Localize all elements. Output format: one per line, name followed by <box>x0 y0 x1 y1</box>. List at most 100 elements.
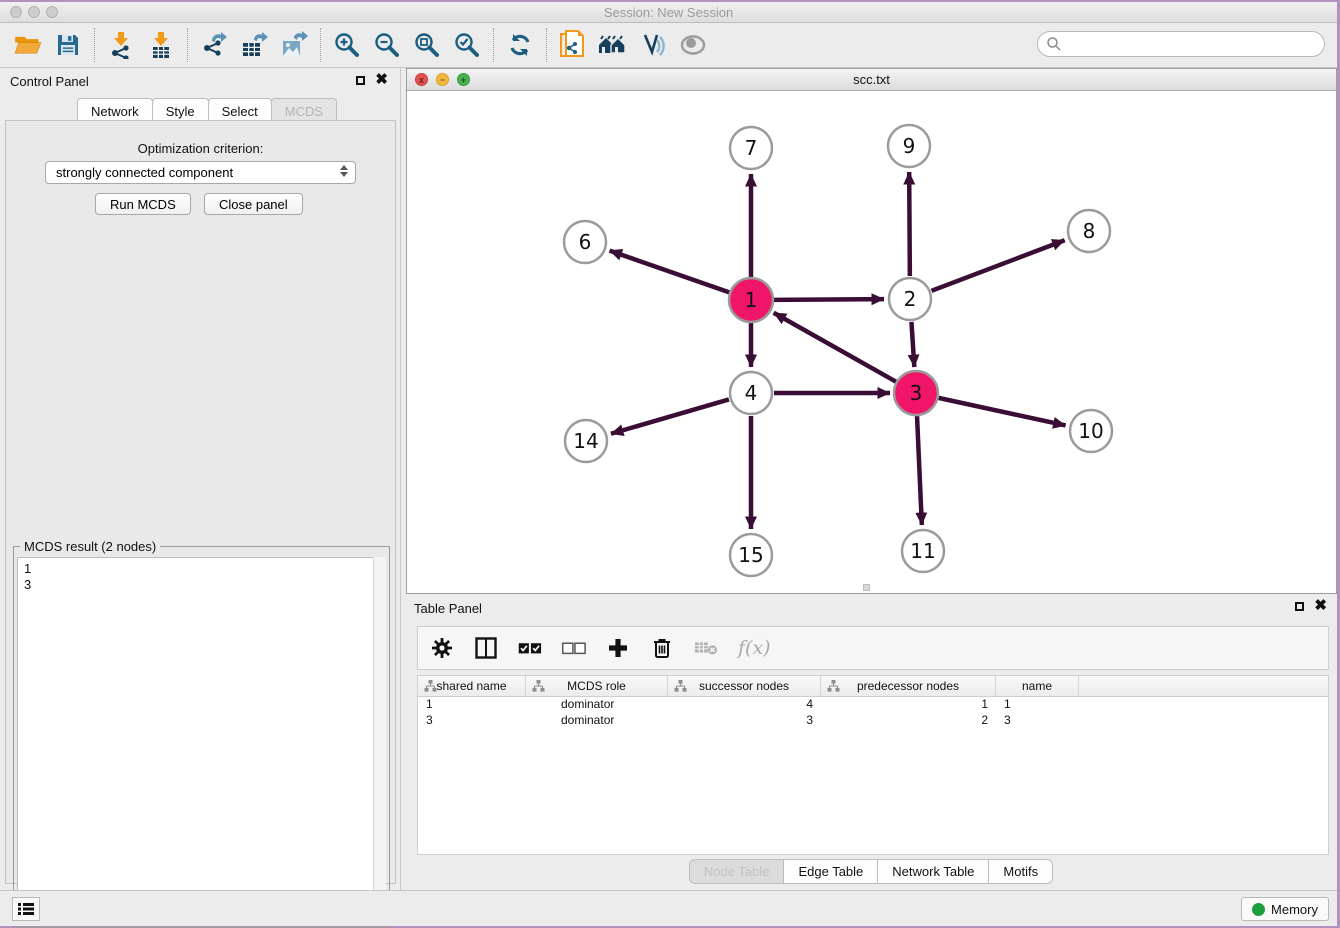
graph-edge-2-3[interactable] <box>911 322 914 367</box>
table-row[interactable]: 3 dominator 3 2 3 <box>418 713 1328 729</box>
cell-name[interactable]: 3 <box>996 713 1079 729</box>
column-type-icon <box>532 680 545 692</box>
graph-edge-3-11[interactable] <box>917 416 922 525</box>
toolbar-separator <box>187 28 188 62</box>
cell-successor-nodes[interactable]: 4 <box>668 697 821 713</box>
column-label: predecessor nodes <box>857 679 959 693</box>
list-icon <box>18 902 34 916</box>
graph-node-label-9: 9 <box>903 134 916 158</box>
tab-edge-table[interactable]: Edge Table <box>783 859 878 884</box>
hide-selected-icon[interactable] <box>633 27 673 63</box>
export-image-icon[interactable] <box>274 27 314 63</box>
toolbar-separator <box>493 28 494 62</box>
mcds-result-text[interactable]: 1 3 <box>17 557 386 924</box>
open-session-icon[interactable] <box>8 27 48 63</box>
mcds-result-scrollbar[interactable] <box>373 557 386 924</box>
column-header-successor-nodes[interactable]: successor nodes <box>668 676 821 696</box>
optimization-criterion-label: Optimization criterion: <box>6 141 395 156</box>
memory-status-icon <box>1252 903 1265 916</box>
network-canvas[interactable]: 1234678910111415 <box>407 91 1336 593</box>
show-panel-list-button[interactable] <box>12 897 40 921</box>
cell-shared-name[interactable]: 1 <box>418 697 526 713</box>
graph-edge-4-14[interactable] <box>611 399 729 433</box>
cell-predecessor-nodes[interactable]: 1 <box>821 697 996 713</box>
cell-shared-name[interactable]: 3 <box>418 713 526 729</box>
tab-motifs[interactable]: Motifs <box>988 859 1053 884</box>
graph-node-label-14: 14 <box>573 429 598 453</box>
toolbar-separator <box>320 28 321 62</box>
save-session-icon[interactable] <box>48 27 88 63</box>
window-title: Session: New Session <box>0 5 1337 20</box>
close-panel-button[interactable]: Close panel <box>204 193 303 215</box>
table-row[interactable]: 1 dominator 4 1 1 <box>418 697 1328 713</box>
graph-node-label-7: 7 <box>745 136 758 160</box>
delete-column-icon[interactable] <box>650 636 674 660</box>
column-header-shared-name[interactable]: shared name <box>418 676 526 696</box>
table-panel: Table Panel ✖ <box>406 597 1337 890</box>
graph-node-label-8: 8 <box>1083 219 1096 243</box>
column-type-icon <box>674 680 687 692</box>
table-panel-title: Table Panel <box>414 601 482 616</box>
toggle-panel-icon[interactable] <box>474 636 498 660</box>
memory-label: Memory <box>1271 902 1318 917</box>
network-frame-titlebar[interactable]: x − + scc.txt <box>407 69 1336 91</box>
zoom-in-icon[interactable] <box>327 27 367 63</box>
toolbar-separator <box>94 28 95 62</box>
column-header-mcds-role[interactable]: MCDS role <box>526 676 668 696</box>
memory-button[interactable]: Memory <box>1241 897 1329 921</box>
close-panel-icon[interactable]: ✖ <box>375 75 388 85</box>
add-column-icon[interactable] <box>606 636 630 660</box>
table-tabs: Node Table Edge Table Network Table Moti… <box>406 859 1337 884</box>
show-all-networks-icon[interactable] <box>593 27 633 63</box>
search-input[interactable] <box>1037 31 1325 57</box>
node-table[interactable]: shared name MCDS role successor nodes pr… <box>417 675 1329 855</box>
select-all-icon[interactable] <box>518 636 542 660</box>
zoom-fit-icon[interactable] <box>407 27 447 63</box>
graph-edge-1-2[interactable] <box>774 299 884 300</box>
import-table-icon[interactable] <box>141 27 181 63</box>
cell-successor-nodes[interactable]: 3 <box>668 713 821 729</box>
export-network-icon[interactable] <box>194 27 234 63</box>
network-graph[interactable]: 1234678910111415 <box>407 91 1336 593</box>
graph-edge-3-1[interactable] <box>774 313 896 382</box>
control-panel: Control Panel ✖ Network Style Select MCD… <box>0 68 401 890</box>
zoom-selected-icon[interactable] <box>447 27 487 63</box>
column-label: successor nodes <box>699 679 789 693</box>
export-table-icon[interactable] <box>234 27 274 63</box>
delete-table-icon <box>694 636 718 660</box>
run-mcds-button[interactable]: Run MCDS <box>95 193 191 215</box>
float-table-panel-icon[interactable] <box>1295 602 1304 611</box>
graph-edge-1-6[interactable] <box>610 251 730 293</box>
graph-node-label-1: 1 <box>745 288 758 312</box>
control-panel-title: Control Panel <box>10 74 89 89</box>
tab-network-table[interactable]: Network Table <box>877 859 989 884</box>
graph-edge-2-9[interactable] <box>909 172 910 276</box>
import-network-icon[interactable] <box>101 27 141 63</box>
canvas-resize-grip[interactable] <box>863 584 870 591</box>
function-builder-icon: f(x) <box>738 637 771 659</box>
optimization-criterion-select[interactable]: strongly connected component <box>45 161 356 184</box>
show-graphics-details-icon[interactable] <box>673 27 713 63</box>
network-view-frame: x − + scc.txt 1234678910111415 <box>406 68 1337 594</box>
column-header-predecessor-nodes[interactable]: predecessor nodes <box>821 676 996 696</box>
graph-node-label-15: 15 <box>738 543 763 567</box>
cell-predecessor-nodes[interactable]: 2 <box>821 713 996 729</box>
refresh-view-icon[interactable] <box>500 27 540 63</box>
column-type-icon <box>424 680 437 692</box>
cell-mcds-role[interactable]: dominator <box>526 713 668 729</box>
status-bar: Memory <box>0 890 1337 926</box>
column-header-name[interactable]: name <box>996 676 1079 696</box>
deselect-all-icon[interactable] <box>562 636 586 660</box>
graph-edge-3-10[interactable] <box>938 398 1065 426</box>
zoom-out-icon[interactable] <box>367 27 407 63</box>
cell-name[interactable]: 1 <box>996 697 1079 713</box>
column-type-icon <box>827 680 840 692</box>
table-settings-icon[interactable] <box>430 636 454 660</box>
graph-edge-2-8[interactable] <box>932 240 1065 291</box>
tab-node-table[interactable]: Node Table <box>689 859 785 884</box>
new-network-from-file-icon[interactable] <box>553 27 593 63</box>
float-panel-icon[interactable] <box>356 76 365 85</box>
cell-mcds-role[interactable]: dominator <box>526 697 668 713</box>
close-table-panel-icon[interactable]: ✖ <box>1314 601 1327 611</box>
mcds-tab-panel: Optimization criterion: strongly connect… <box>5 120 396 884</box>
